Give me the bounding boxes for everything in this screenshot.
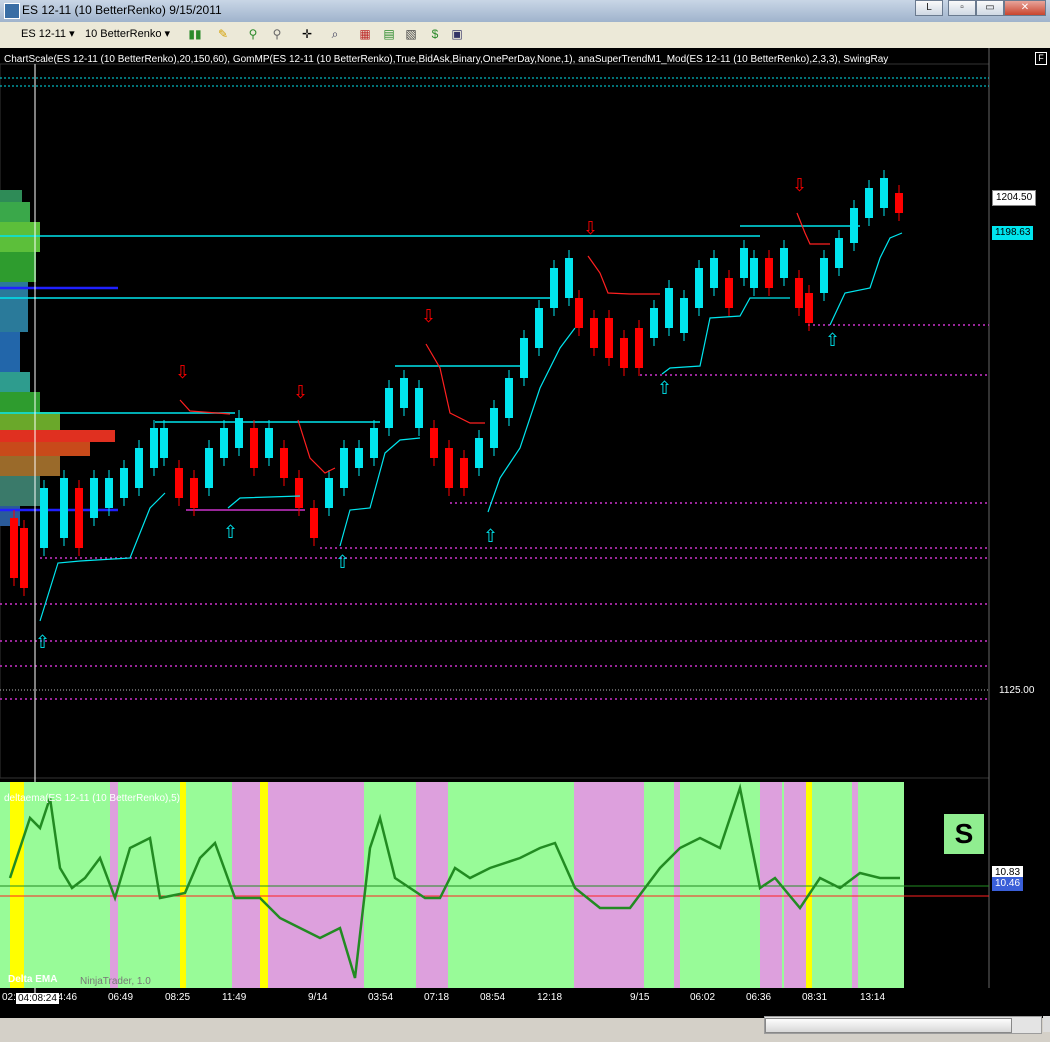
indicator-band [118, 782, 180, 988]
scrollbar-thumb[interactable] [765, 1018, 1012, 1033]
pin-gray-icon[interactable]: ⚲ [268, 26, 286, 43]
price-axis-label: 1125.00 [999, 685, 1035, 696]
supertrend-up-2 [227, 495, 301, 509]
time-tick: 11:49 [222, 992, 247, 1003]
indicator-description: ChartScale(ES 12-11 (10 BetterRenko),20,… [4, 54, 889, 65]
period-select[interactable]: 10 BetterRenko ▾ [82, 26, 173, 43]
indicator-band [784, 782, 806, 988]
indicator-band [24, 782, 110, 988]
indicator-band [232, 782, 260, 988]
indicator-band [416, 782, 448, 988]
chart-toolbar: ES 12-11 ▾ 10 BetterRenko ▾ ▮▮ ✎ ⚲ ⚲ ✛ ⌕… [0, 22, 1050, 49]
signal-value-label: 10.46 [992, 877, 1024, 891]
buy-arrow-icon: ⇧ [825, 330, 840, 351]
supertrend-up-4 [487, 327, 576, 513]
maximize-button[interactable]: ▭ [976, 0, 1004, 16]
time-tick: 08:25 [165, 992, 191, 1003]
minimize-button[interactable]: ▫ [948, 0, 976, 16]
window-title: ES 12-11 (10 BetterRenko) 9/15/2011 [22, 3, 222, 17]
indicator-icon[interactable]: ▤ [380, 26, 398, 43]
buy-arrow-icon: ⇧ [657, 378, 672, 399]
pin-icon[interactable]: ⚲ [244, 26, 262, 43]
horizontal-scrollbar[interactable] [764, 1016, 1042, 1034]
dollar-icon[interactable]: $ [426, 26, 444, 43]
price-chart-svg: ⇧ ⇧ ⇧ ⇧ ⇧ ⇧ ⇩ ⇩ ⇩ ⇩ ⇩ [0, 48, 990, 998]
time-tick: 9/14 [308, 992, 328, 1003]
time-tick: 07:18 [424, 992, 450, 1003]
time-tick: 03:54 [368, 992, 394, 1003]
indicator-band [0, 782, 10, 988]
cursor-time-label: 04:08:24 [16, 993, 59, 1004]
supertrend-down-5 [796, 212, 830, 245]
supertrend-price-label: 1198.63 [992, 226, 1034, 240]
volume-profile [0, 190, 115, 526]
brand-label: NinjaTrader, 1.0 [80, 976, 151, 987]
pencil-icon[interactable]: ✎ [214, 26, 232, 43]
time-tick: 08:54 [480, 992, 506, 1003]
indicator-band [806, 782, 812, 988]
properties-icon[interactable]: ▣ [448, 26, 466, 43]
zoom-icon[interactable]: ⌕ [326, 26, 344, 43]
signal-badge: S [942, 812, 986, 856]
format-badge[interactable]: F [1035, 52, 1047, 65]
buy-arrow-icon: ⇧ [35, 632, 50, 653]
supertrend-down-1 [179, 399, 231, 415]
indicator-band [364, 782, 416, 988]
sell-arrow-icon: ⇩ [421, 306, 436, 327]
last-price-label: 1204.50 [992, 190, 1037, 206]
time-tick: 12:18 [537, 992, 563, 1003]
supertrend-down-3 [425, 343, 485, 424]
time-tick: 08:31 [802, 992, 828, 1003]
bar-chart-icon[interactable]: ▦ [356, 26, 374, 43]
indicator-panel-title: deltaema(ES 12-11 (10 BetterRenko),5) [4, 793, 181, 804]
time-tick: 13:14 [860, 992, 886, 1003]
sell-arrow-icon: ⇩ [792, 175, 807, 196]
indicator-band [680, 782, 760, 988]
time-axis: 02: 24:46 06:49 08:25 11:49 9/14 03:54 0… [0, 990, 990, 1008]
sell-arrow-icon: ⇩ [175, 362, 190, 383]
time-tick: 06:36 [746, 992, 772, 1003]
link-button[interactable]: L [915, 0, 943, 16]
close-button[interactable]: ✕ [1004, 0, 1046, 16]
strategy-icon[interactable]: ▧ [402, 26, 420, 43]
supertrend-down-2 [297, 419, 336, 474]
indicator-band [852, 782, 858, 988]
instrument-select[interactable]: ES 12-11 ▾ [18, 26, 78, 43]
supertrend-up-1 [39, 492, 166, 622]
renko-bricks [10, 170, 903, 596]
buy-arrow-icon: ⇧ [335, 552, 350, 573]
chart-canvas[interactable]: ⇧ ⇧ ⇧ ⇧ ⇧ ⇧ ⇩ ⇩ ⇩ ⇩ ⇩ ChartScale(ES 12-11 (10 Bett… [0, 48, 1050, 1018]
supertrend-up-3 [339, 437, 421, 547]
indicator-band [574, 782, 644, 988]
indicator-band [260, 782, 268, 988]
crosshair-icon[interactable]: ✛ [298, 26, 316, 43]
time-tick: 02: [2, 992, 16, 1003]
candlestick-icon[interactable]: ▮▮ [186, 26, 204, 43]
indicator-band [186, 782, 232, 988]
indicator-band [180, 782, 186, 988]
signal-arrows: ⇧ ⇧ ⇧ ⇧ ⇧ ⇧ ⇩ ⇩ ⇩ ⇩ ⇩ [35, 175, 840, 653]
buy-arrow-icon: ⇧ [223, 522, 238, 543]
indicator-bands [0, 782, 904, 988]
sell-arrow-icon: ⇩ [583, 218, 598, 239]
indicator-band [448, 782, 574, 988]
delta-ema-label: Delta EMA [8, 974, 58, 985]
buy-arrow-icon: ⇧ [483, 526, 498, 547]
time-tick: 9/15 [630, 992, 650, 1003]
indicator-band [674, 782, 680, 988]
time-tick: 06:02 [690, 992, 716, 1003]
supertrend-down-4 [587, 255, 660, 295]
indicator-band [10, 782, 24, 988]
time-tick: 06:49 [108, 992, 134, 1003]
app-icon [4, 3, 20, 19]
scroll-right-arrow[interactable] [1043, 1016, 1050, 1032]
title-bar: ES 12-11 (10 BetterRenko) 9/15/2011 L ▫ … [0, 0, 1050, 22]
sell-arrow-icon: ⇩ [293, 382, 308, 403]
indicator-band [858, 782, 904, 988]
